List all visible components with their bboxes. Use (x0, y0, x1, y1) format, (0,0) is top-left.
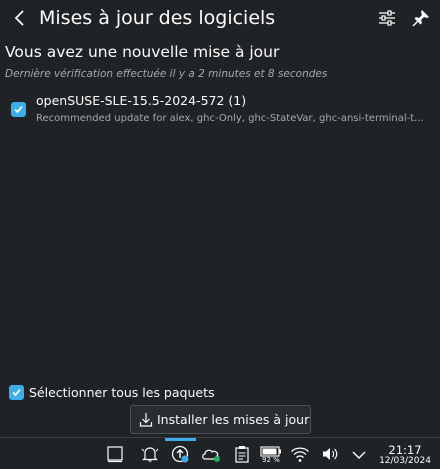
configure-button[interactable] (377, 8, 397, 28)
select-all-checkbox[interactable] (9, 385, 24, 400)
install-updates-button[interactable]: Installer les mises à jour (130, 405, 311, 434)
install-button-label: Installer les mises à jour (157, 412, 310, 427)
update-checkbox[interactable] (11, 102, 26, 117)
volume-button[interactable] (320, 444, 340, 464)
back-button[interactable] (10, 8, 30, 28)
package-description: Recommended update for alex, ghc-Only, g… (36, 113, 424, 124)
show-hidden-icons-button[interactable] (349, 444, 369, 464)
notifications-button[interactable] (140, 444, 160, 464)
bell-icon (141, 447, 159, 462)
software-updates-tray-button[interactable] (170, 444, 190, 464)
cloud-icon (202, 449, 220, 462)
sliders-icon (379, 10, 395, 26)
popup-header: Mises à jour des logiciels (0, 0, 440, 37)
clock-date[interactable]: 12/03/2024 (370, 456, 440, 466)
cloud-sync-button[interactable] (200, 444, 220, 464)
taskbar: 92 % 21:17 12/03/2024 (0, 437, 440, 469)
chevron-down-icon (352, 451, 366, 459)
page-title: Mises à jour des logiciels (39, 7, 276, 29)
show-desktop-button[interactable] (105, 444, 125, 464)
package-name: openSUSE-SLE-15.5-2024-572 (1) (36, 93, 247, 108)
battery-percent: 92 % (262, 456, 280, 464)
update-available-icon (171, 445, 189, 463)
clock-time[interactable]: 21:17 (370, 443, 440, 457)
network-button[interactable] (290, 444, 310, 464)
speaker-icon (323, 448, 338, 460)
download-icon (139, 413, 153, 427)
checkmark-icon (14, 105, 23, 114)
wifi-icon (291, 447, 309, 462)
battery-button[interactable]: 92 % (260, 444, 282, 464)
pin-button[interactable] (411, 8, 431, 28)
update-list-item[interactable]: openSUSE-SLE-15.5-2024-572 (1) Recommend… (0, 88, 440, 130)
clipboard-icon (235, 446, 249, 463)
last-check-text: Dernière vérification effectuée il y a 2… (5, 68, 328, 80)
updates-summary: Vous avez une nouvelle mise à jour (5, 43, 280, 61)
select-all-label[interactable]: Sélectionner tous les paquets (29, 385, 215, 400)
updates-popup: Mises à jour des logiciels Vous avez une… (0, 0, 440, 437)
pin-icon (412, 10, 429, 27)
clipboard-button[interactable] (232, 444, 252, 464)
active-indicator (165, 438, 196, 441)
checkmark-icon (12, 388, 21, 397)
show-desktop-icon (107, 446, 123, 463)
chevron-left-icon (14, 10, 24, 26)
